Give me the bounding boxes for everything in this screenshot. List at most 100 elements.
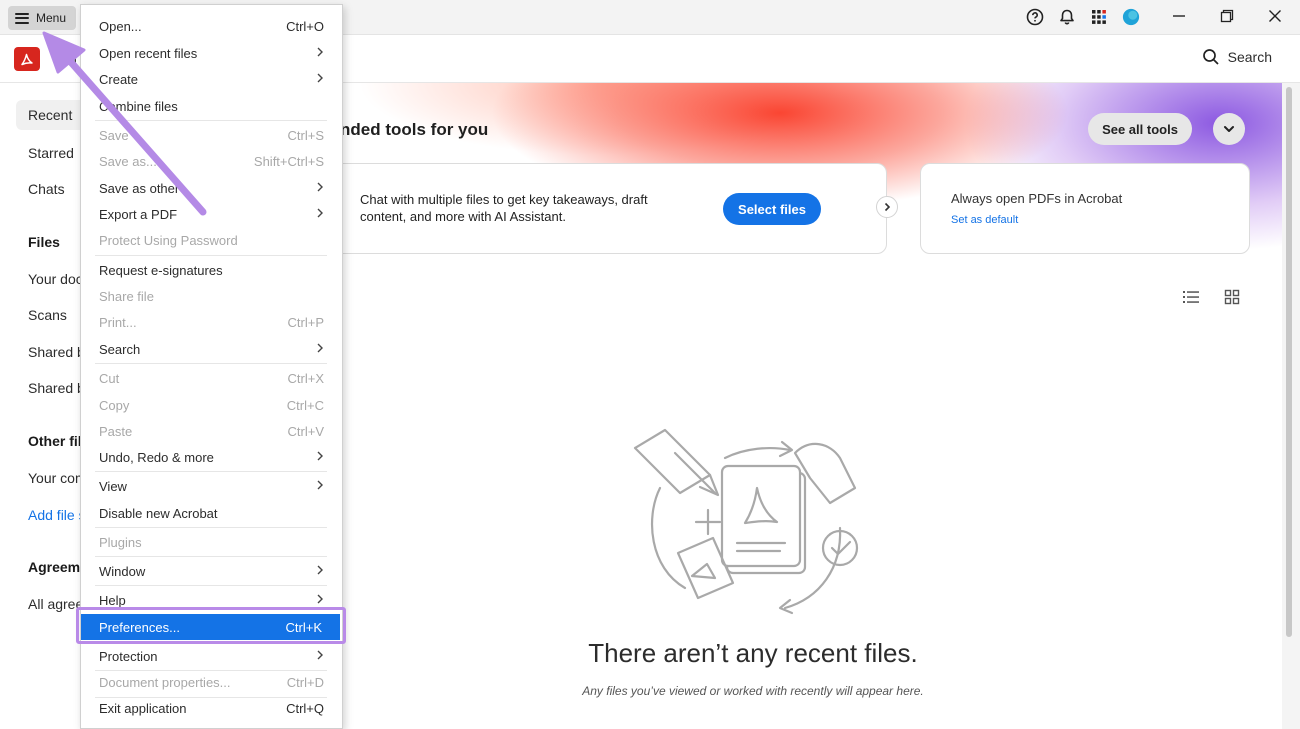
menu-item-view[interactable]: View: [81, 473, 342, 499]
menu-item-search[interactable]: Search: [81, 336, 342, 362]
menu-item-label: Protect Using Password: [99, 233, 238, 248]
main-scrollbar[interactable]: [1282, 83, 1300, 729]
sidebar-link-add-file-storage[interactable]: Add file s: [28, 507, 86, 523]
chevron-right-icon: [317, 594, 323, 604]
next-card-button[interactable]: [876, 196, 898, 218]
acrobat-logo-icon[interactable]: [14, 47, 40, 71]
help-icon[interactable]: [1026, 8, 1044, 26]
default-app-card-title: Always open PDFs in Acrobat: [951, 191, 1123, 206]
bell-icon[interactable]: [1058, 8, 1076, 26]
empty-state-subtitle: Any files you’ve viewed or worked with r…: [582, 684, 924, 698]
menu-item-share-file: Share file: [81, 283, 342, 309]
home-tab-label[interactable]: el: [66, 52, 77, 68]
main-content: nded tools for you See all tools Chat wi…: [340, 83, 1282, 729]
menu-item-copy: Copy Ctrl+C: [81, 392, 342, 418]
chevron-right-icon: [317, 480, 323, 490]
menu-button[interactable]: Menu: [8, 6, 76, 30]
menu-item-shortcut: Ctrl+D: [286, 675, 324, 690]
menu-item-label: Request e-signatures: [99, 263, 223, 278]
sidebar-item-all-agreements[interactable]: All agree: [28, 596, 83, 612]
menu-item-shortcut: Ctrl+S: [287, 128, 324, 143]
menu-item-label: Undo, Redo & more: [99, 450, 214, 465]
menu-item-combine-files[interactable]: Combine files: [81, 93, 342, 119]
ai-assistant-card: Chat with multiple files to get key take…: [340, 163, 887, 254]
menu-item-open-recent-files[interactable]: Open recent files: [81, 40, 342, 66]
menu-item-print: Print... Ctrl+P: [81, 309, 342, 335]
menu-item-label: Document properties...: [99, 675, 231, 690]
menu-item-label: Search: [99, 342, 141, 357]
see-all-tools-button[interactable]: See all tools: [1088, 113, 1192, 145]
menu-item-shortcut: Ctrl+P: [287, 315, 324, 330]
menu-item-label: Combine files: [99, 99, 178, 114]
sidebar-item-your-computer[interactable]: Your com: [28, 470, 87, 486]
sidebar-item-shared-by-you[interactable]: Shared b: [28, 344, 85, 360]
sidebar-heading-agreements: Agreeme: [28, 559, 88, 575]
menu-separator: [95, 255, 327, 256]
menu-item-label: Save as...: [99, 154, 157, 169]
chevron-right-icon: [317, 182, 323, 192]
chevron-right-icon: [317, 343, 323, 353]
menu-button-label: Menu: [36, 11, 67, 25]
chevron-right-icon: [884, 202, 891, 212]
menu-item-save: Save Ctrl+S: [81, 122, 342, 148]
menu-item-window[interactable]: Window: [81, 558, 342, 584]
account-avatar[interactable]: [1122, 8, 1140, 26]
menu-item-request-e-signatures[interactable]: Request e-signatures: [81, 257, 342, 283]
menu-item-save-as-other[interactable]: Save as other: [81, 175, 342, 201]
menu-item-shortcut: Ctrl+C: [286, 398, 324, 413]
menu-item-shortcut: Shift+Ctrl+S: [253, 154, 324, 169]
view-toggle: [1182, 289, 1240, 305]
empty-files-illustration: [633, 428, 859, 615]
list-view-icon[interactable]: [1182, 289, 1200, 305]
empty-state-title: There aren’t any recent files.: [588, 638, 918, 668]
ai-assistant-card-text: Chat with multiple files to get key take…: [360, 192, 648, 224]
expand-tools-button[interactable]: [1213, 113, 1245, 145]
recommended-tools-title: nded tools for you: [340, 120, 489, 139]
close-icon[interactable]: [1264, 4, 1286, 28]
restore-icon[interactable]: [1216, 4, 1238, 28]
chevron-right-icon: [317, 565, 323, 575]
preferences-highlight-outline: [76, 607, 346, 644]
menu-item-label: Plugins: [99, 535, 142, 550]
scrollbar-thumb[interactable]: [1286, 87, 1292, 637]
menu-item-label: Disable new Acrobat: [99, 506, 218, 521]
menu-item-paste: Paste Ctrl+V: [81, 418, 342, 444]
select-files-button[interactable]: Select files: [723, 193, 821, 225]
menu-item-label: View: [99, 479, 127, 494]
menu-item-export-pdf[interactable]: Export a PDF: [81, 201, 342, 227]
menu-item-disable-new-acrobat[interactable]: Disable new Acrobat: [81, 500, 342, 526]
menu-item-label: Share file: [99, 289, 154, 304]
set-as-default-link[interactable]: Set as default: [951, 214, 1018, 226]
chevron-right-icon: [317, 47, 323, 57]
chevron-right-icon: [317, 650, 323, 660]
menu-item-exit-application[interactable]: Exit application Ctrl+Q: [81, 695, 342, 721]
menu-item-create[interactable]: Create: [81, 66, 342, 92]
apps-icon[interactable]: [1090, 8, 1108, 26]
search-button[interactable]: Search: [1202, 48, 1272, 66]
sidebar-item-recent[interactable]: Recent: [16, 100, 80, 130]
sidebar-item-scans[interactable]: Scans: [28, 307, 67, 323]
menu-separator: [95, 556, 327, 557]
menu-item-document-properties: Document properties... Ctrl+D: [81, 669, 342, 695]
menu-item-open[interactable]: Open... Ctrl+O: [81, 13, 342, 39]
menu-item-undo-redo[interactable]: Undo, Redo & more: [81, 444, 342, 470]
menu-item-label: Open...: [99, 19, 142, 34]
sidebar-heading-other-files: Other fil: [28, 433, 82, 449]
menu-item-protect-using-password: Protect Using Password: [81, 227, 342, 253]
menu-item-shortcut: Ctrl+X: [287, 371, 324, 386]
menu-item-protection[interactable]: Protection: [81, 643, 342, 669]
menu-item-label: Export a PDF: [99, 207, 178, 222]
minimize-icon[interactable]: [1168, 4, 1190, 28]
sidebar-item-starred[interactable]: Starred: [28, 145, 74, 161]
menu-item-label: Print...: [99, 315, 137, 330]
sidebar-item-shared-by-others[interactable]: Shared b: [28, 380, 85, 396]
menu-item-label: Save: [99, 128, 129, 143]
grid-view-icon[interactable]: [1224, 289, 1240, 305]
chevron-right-icon: [317, 73, 323, 83]
menu-separator: [95, 471, 327, 472]
menu-separator: [95, 527, 327, 528]
sidebar-item-chats[interactable]: Chats: [28, 181, 65, 197]
window-controls: [1168, 4, 1286, 28]
menu-item-label: Create: [99, 72, 139, 87]
sidebar-item-your-documents[interactable]: Your doc: [28, 271, 83, 287]
